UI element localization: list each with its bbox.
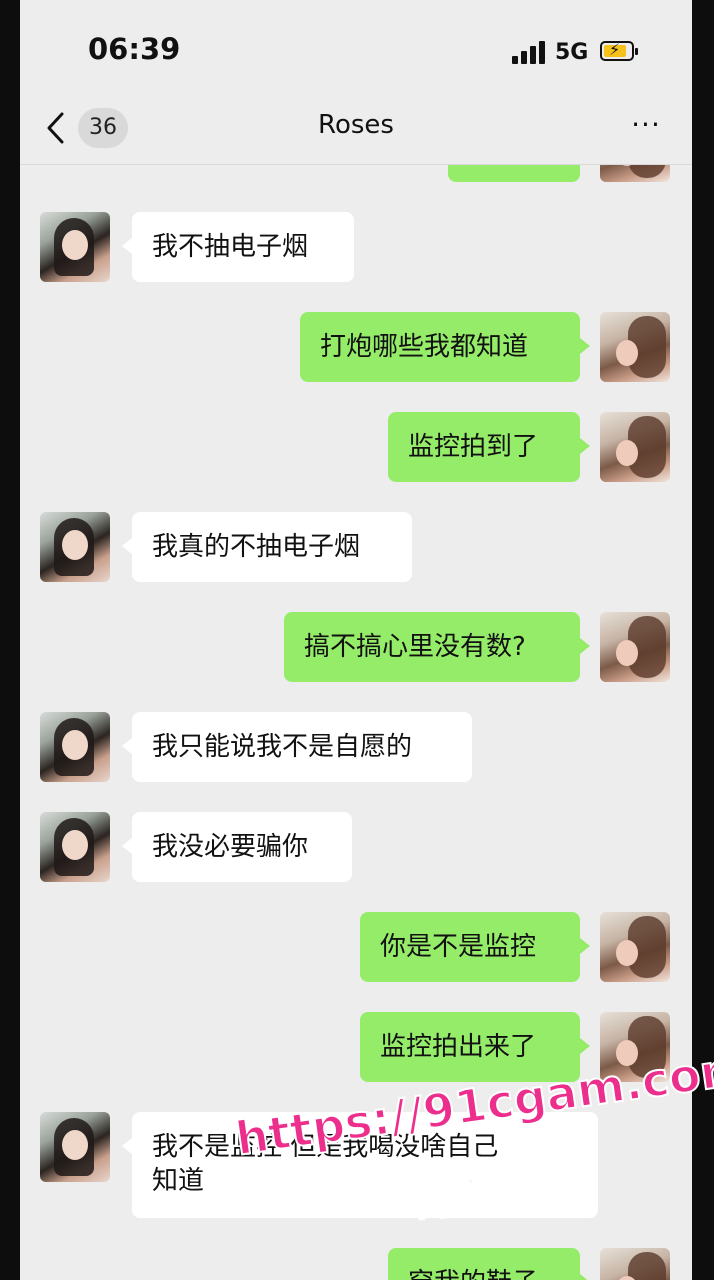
contact-avatar[interactable] — [40, 812, 110, 882]
watermark-overlay: https://91cgam.com 看完整版 — [231, 1039, 714, 1230]
contact-name-title: Roses — [318, 110, 394, 140]
avatar-face — [616, 640, 638, 666]
avatar-face — [62, 530, 88, 560]
avatar-face — [616, 440, 638, 466]
my-avatar[interactable] — [600, 912, 670, 982]
contact-avatar[interactable] — [40, 212, 110, 282]
my-avatar[interactable] — [600, 612, 670, 682]
my-avatar[interactable] — [600, 1248, 670, 1280]
watermark-caption: 看完整版 — [406, 1164, 579, 1227]
avatar-face — [62, 830, 88, 860]
avatar-face — [62, 230, 88, 260]
message-bubble-outgoing[interactable]: 监控拍到了 — [388, 412, 590, 482]
contact-avatar[interactable] — [40, 712, 110, 782]
my-avatar[interactable] — [600, 412, 670, 482]
message-bubble-incoming[interactable]: 我不抽电子烟 — [122, 212, 354, 282]
my-avatar[interactable] — [600, 312, 670, 382]
signal-icon — [512, 40, 548, 64]
message-bubble-outgoing[interactable]: 你是不是监控 — [360, 912, 590, 982]
charging-bolt-icon: ⚡ — [609, 40, 621, 59]
avatar-face — [616, 340, 638, 366]
more-icon[interactable]: ··· — [626, 111, 666, 142]
avatar-face — [62, 730, 88, 760]
contact-avatar[interactable] — [40, 1112, 110, 1182]
message-bubble-incoming[interactable]: 我只能说我不是自愿的 — [122, 712, 472, 782]
avatar-hair — [628, 1252, 666, 1280]
avatar-face — [616, 940, 638, 966]
message-bubble-outgoing[interactable]: 穿我的鞋子 — [388, 1248, 590, 1280]
avatar-face — [62, 1130, 88, 1160]
network-type: 5G — [555, 40, 589, 65]
message-bubble-incoming[interactable]: 我真的不抽电子烟 — [122, 512, 412, 582]
message-bubble-outgoing[interactable]: 搞不搞心里没有数? — [284, 612, 590, 682]
message-bubble-outgoing[interactable]: 打炮哪些我都知道 — [300, 312, 590, 382]
status-bar: 06:39 5G ⚡ — [20, 0, 692, 100]
chat-header: 36 Roses ··· — [20, 100, 692, 165]
message-bubble-incoming[interactable]: 我没必要骗你 — [122, 812, 352, 882]
contact-avatar[interactable] — [40, 512, 110, 582]
battery-icon: ⚡ — [600, 40, 638, 61]
status-time: 06:39 — [88, 32, 181, 66]
